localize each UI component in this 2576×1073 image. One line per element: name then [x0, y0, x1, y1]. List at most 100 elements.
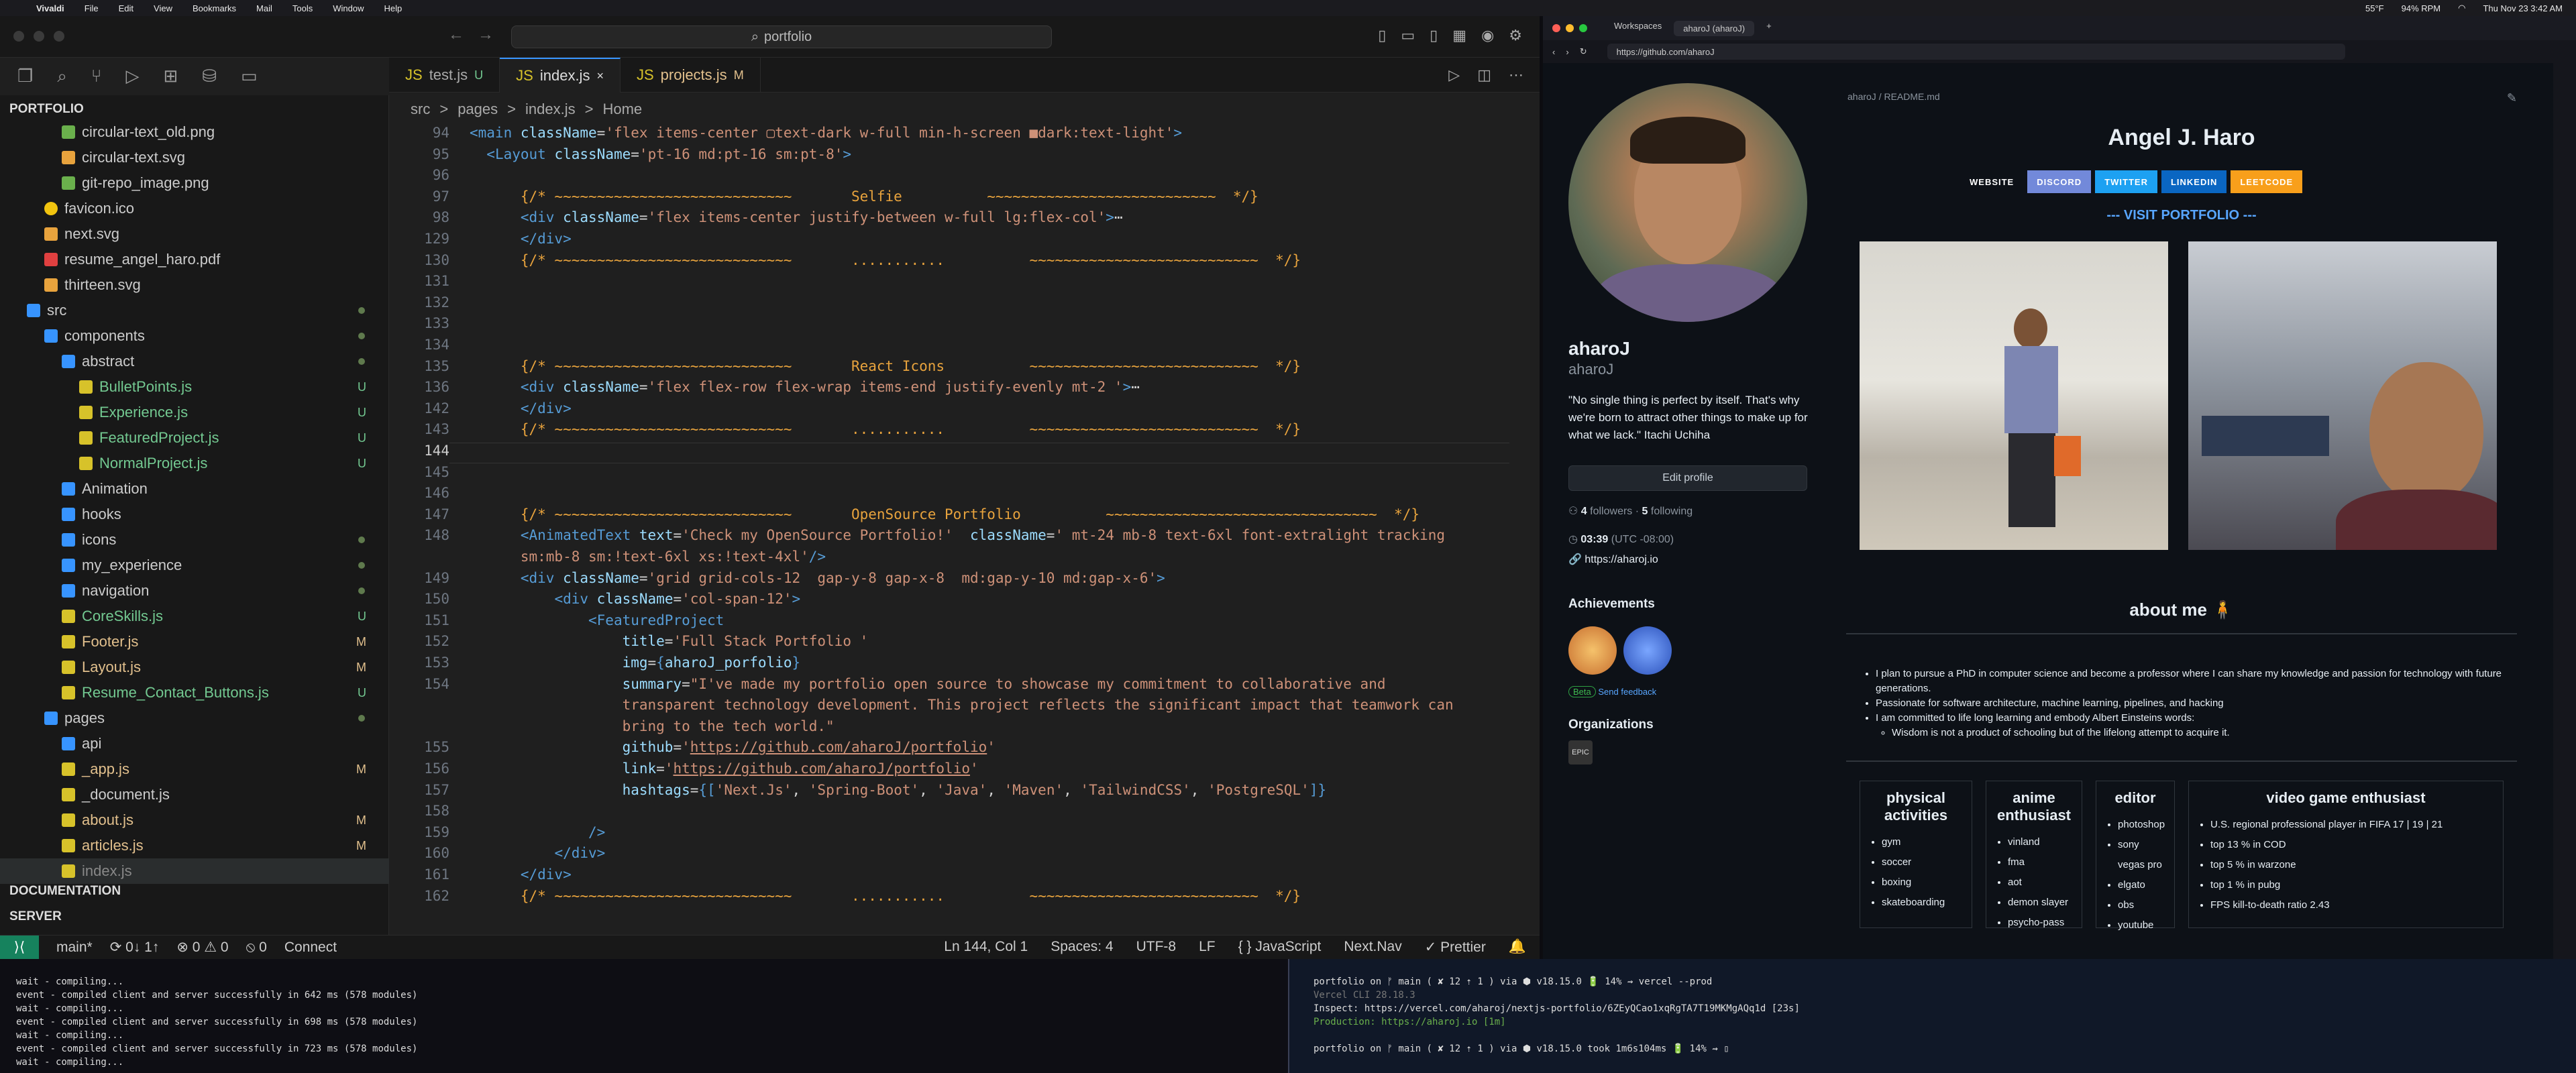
- linkedin-badge[interactable]: LINKEDIN: [2161, 170, 2227, 193]
- wifi-icon[interactable]: ◠: [2458, 3, 2465, 13]
- back-icon[interactable]: ‹: [1552, 47, 1555, 57]
- next-nav[interactable]: Next.Nav: [1344, 939, 1401, 956]
- weather-status[interactable]: 55°F: [2365, 3, 2384, 13]
- followers-info[interactable]: ⚇ 4 followers · 5 following: [1568, 504, 1693, 518]
- org-epic-icon[interactable]: EPIC: [1568, 740, 1593, 765]
- code-line[interactable]: <div className='flex flex-row flex-wrap …: [470, 379, 1140, 395]
- menu-tools[interactable]: Tools: [292, 3, 313, 13]
- website-badge[interactable]: WEBSITE: [1960, 170, 2024, 193]
- explorer-icon[interactable]: ❐: [17, 66, 33, 95]
- code-line[interactable]: hashtags={['Next.Js', 'Spring-Boot', 'Ja…: [470, 782, 1327, 798]
- code-line[interactable]: </div>: [470, 845, 605, 861]
- avatar[interactable]: [1568, 83, 1807, 322]
- code-line[interactable]: title='Full Stack Portfolio ': [470, 633, 869, 649]
- command-center-search[interactable]: ⌕ portfolio: [511, 25, 1052, 48]
- menu-file[interactable]: File: [85, 3, 99, 13]
- file-item[interactable]: Footer.js M: [0, 629, 389, 655]
- code-line[interactable]: summary="I've made my portfolio open sou…: [470, 676, 1386, 692]
- workspaces-tab[interactable]: Workspaces: [1614, 21, 1662, 36]
- code-line[interactable]: />: [470, 824, 605, 840]
- explorer-root-title[interactable]: PORTFOLIO: [9, 102, 84, 117]
- source-control-icon[interactable]: ⑂: [91, 66, 102, 95]
- file-item[interactable]: FeaturedProject.js U: [0, 425, 389, 451]
- folder-item[interactable]: abstract: [0, 349, 389, 374]
- file-item[interactable]: next.svg: [0, 221, 389, 247]
- file-item[interactable]: about.js M: [0, 807, 389, 833]
- folder-item[interactable]: icons: [0, 527, 389, 553]
- language-mode[interactable]: { } JavaScript: [1238, 939, 1322, 956]
- encoding[interactable]: UTF-8: [1136, 939, 1177, 956]
- folder-item[interactable]: api: [0, 731, 389, 756]
- run-debug-icon[interactable]: ▷: [125, 66, 139, 95]
- menu-view[interactable]: View: [154, 3, 172, 13]
- file-item[interactable]: circular-text_old.png: [0, 119, 389, 145]
- forward-arrow-icon[interactable]: →: [478, 25, 494, 44]
- code-line[interactable]: <Layout className='pt-16 md:pt-16 sm:pt-…: [470, 146, 851, 162]
- toggle-panel-icon[interactable]: ▭: [1401, 27, 1415, 44]
- split-editor-icon[interactable]: ◫: [1477, 66, 1491, 84]
- code-line[interactable]: {/* ~~~~~~~~~~~~~~~~~~~~~~~~~~~~ React I…: [470, 358, 1301, 374]
- menu-bookmarks[interactable]: Bookmarks: [193, 3, 236, 13]
- code-line[interactable]: <AnimatedText text='Check my OpenSource …: [470, 527, 1445, 543]
- code-line[interactable]: <div className='flex items-center justif…: [470, 209, 1123, 225]
- run-icon[interactable]: ▷: [1448, 66, 1460, 84]
- file-item[interactable]: index.js: [0, 858, 389, 884]
- leetcode-badge[interactable]: LEETCODE: [2231, 170, 2303, 193]
- code-line[interactable]: {/* ~~~~~~~~~~~~~~~~~~~~~~~~~~~~ .......…: [470, 888, 1301, 904]
- code-line[interactable]: github='https://github.com/aharoJ/portfo…: [470, 739, 996, 755]
- code-line[interactable]: <div className='col-span-12'>: [470, 591, 800, 607]
- window-controls[interactable]: [13, 31, 64, 42]
- code-line[interactable]: {/* ~~~~~~~~~~~~~~~~~~~~~~~~~~~~ Selfie …: [470, 188, 1258, 205]
- website-link[interactable]: 🔗 https://aharoj.io: [1568, 553, 1658, 566]
- github-tab[interactable]: aharoJ (aharoJ): [1674, 20, 1755, 36]
- breadcrumb-symbol[interactable]: Home: [602, 101, 642, 118]
- close-tab-icon[interactable]: ×: [596, 69, 604, 83]
- file-item[interactable]: NormalProject.js U: [0, 451, 389, 476]
- code-line[interactable]: <div className='grid grid-cols-12 gap-y-…: [470, 570, 1165, 586]
- folder-item[interactable]: my_experience: [0, 553, 389, 578]
- folder-item[interactable]: pages: [0, 705, 389, 731]
- eol[interactable]: LF: [1199, 939, 1216, 956]
- tab-index-js[interactable]: JS index.js ×: [500, 58, 621, 93]
- file-item[interactable]: _app.js M: [0, 756, 389, 782]
- settings-gear-icon[interactable]: ⚙: [1509, 27, 1522, 44]
- remote-icon[interactable]: ▭: [241, 66, 258, 95]
- section-documentation[interactable]: DOCUMENTATION: [9, 884, 121, 899]
- git-sync[interactable]: ⟳ 0↓ 1↑: [110, 939, 160, 956]
- menu-mail[interactable]: Mail: [256, 3, 272, 13]
- code-line[interactable]: {/* ~~~~~~~~~~~~~~~~~~~~~~~~~~~~ OpenSou…: [470, 506, 1419, 522]
- more-actions-icon[interactable]: ⋯: [1509, 66, 1523, 84]
- extensions-icon[interactable]: ⊞: [163, 66, 178, 95]
- file-item[interactable]: Resume_Contact_Buttons.js U: [0, 680, 389, 705]
- code-line[interactable]: {/* ~~~~~~~~~~~~~~~~~~~~~~~~~~~~ .......…: [470, 252, 1301, 268]
- indentation[interactable]: Spaces: 4: [1051, 939, 1113, 956]
- code-line[interactable]: transparent technology development. This…: [470, 697, 1454, 713]
- file-item[interactable]: favicon.ico: [0, 196, 389, 221]
- customize-layout-icon[interactable]: ▦: [1452, 27, 1466, 44]
- file-item[interactable]: resume_angel_haro.pdf: [0, 247, 389, 272]
- twitter-badge[interactable]: TWITTER: [2095, 170, 2157, 193]
- folder-item[interactable]: src: [0, 298, 389, 323]
- database-icon[interactable]: ⛁: [202, 66, 217, 95]
- breadcrumb-src[interactable]: src: [411, 101, 430, 118]
- discord-badge[interactable]: DISCORD: [2027, 170, 2092, 193]
- search-icon[interactable]: ⌕: [57, 66, 67, 95]
- cpu-status[interactable]: 94% RPM: [2402, 3, 2441, 13]
- achievement-badge[interactable]: [1568, 626, 1617, 675]
- menu-edit[interactable]: Edit: [119, 3, 133, 13]
- file-item[interactable]: git-repo_image.png: [0, 170, 389, 196]
- section-server[interactable]: SERVER: [9, 909, 62, 924]
- clock[interactable]: Thu Nov 23 3:42 AM: [2483, 3, 2563, 13]
- folder-item[interactable]: navigation: [0, 578, 389, 604]
- code-line[interactable]: <FeaturedProject: [470, 612, 724, 628]
- code-line[interactable]: </div>: [470, 866, 572, 883]
- problems-count[interactable]: ⊗ 0 ⚠ 0: [176, 939, 228, 956]
- code-line[interactable]: sm:mb-8 sm:!text-6xl xs:!text-4xl'/>: [470, 549, 826, 565]
- connect-button[interactable]: Connect: [284, 940, 337, 956]
- file-item[interactable]: Layout.js M: [0, 655, 389, 680]
- forward-icon[interactable]: ›: [1566, 47, 1568, 57]
- file-item[interactable]: Experience.js U: [0, 400, 389, 425]
- menu-window[interactable]: Window: [333, 3, 364, 13]
- code-line[interactable]: {/* ~~~~~~~~~~~~~~~~~~~~~~~~~~~~ .......…: [470, 421, 1301, 437]
- file-item[interactable]: CoreSkills.js U: [0, 604, 389, 629]
